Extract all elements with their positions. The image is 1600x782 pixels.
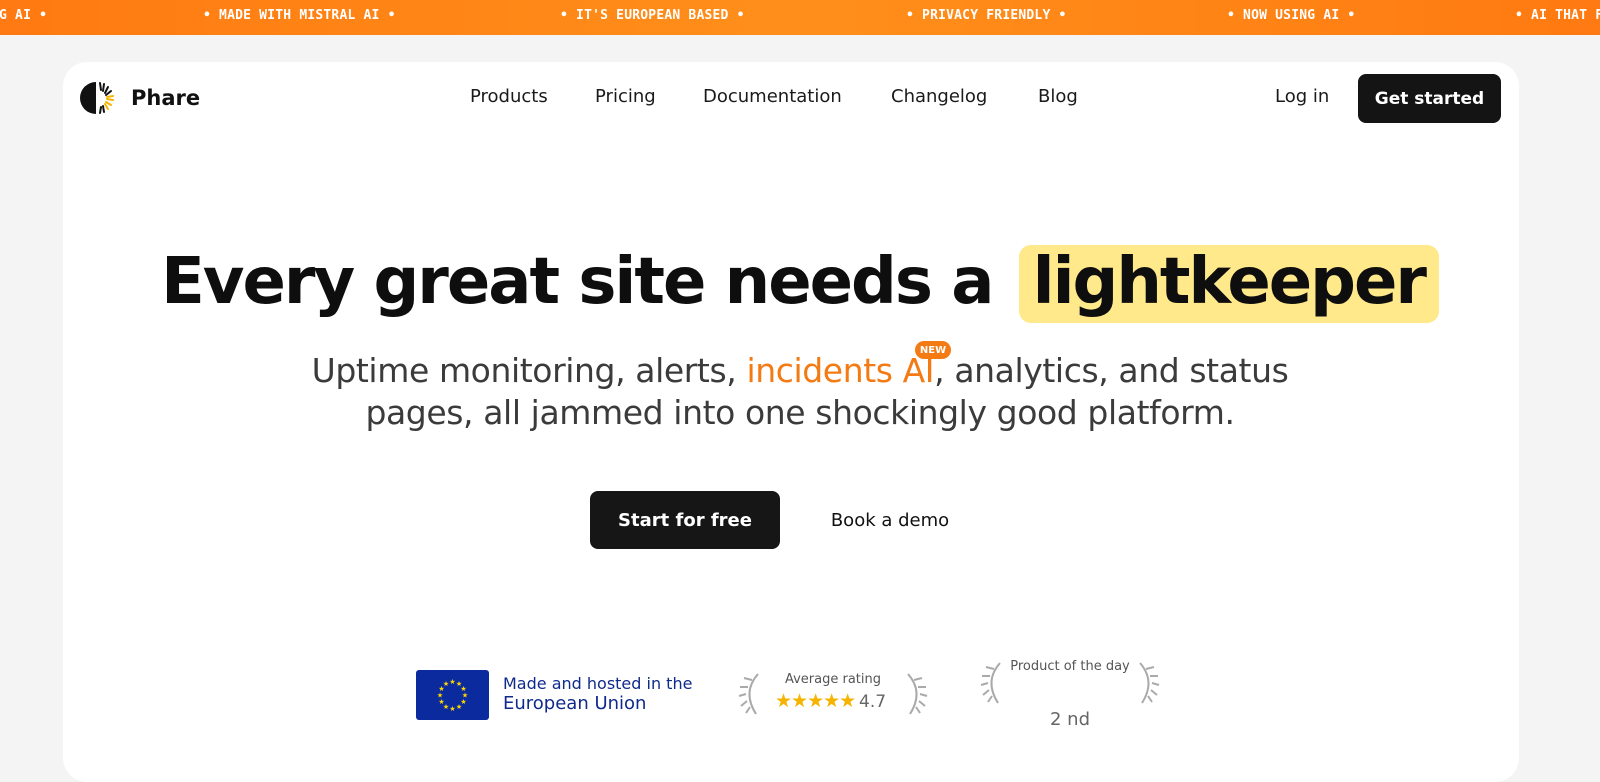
- start-for-free-button[interactable]: Start for free: [590, 491, 780, 549]
- get-started-button[interactable]: Get started: [1358, 74, 1501, 123]
- product-of-the-day-badge: Product of the day 2 nd: [980, 655, 1160, 735]
- ticker-item: • NOW USING AI •: [1227, 8, 1356, 23]
- nav-products[interactable]: Products: [470, 86, 548, 107]
- rating-stars-icon: ★★★★★: [775, 690, 856, 712]
- subtitle-line2: pages, all jammed into one shockingly go…: [365, 393, 1235, 432]
- average-rating-badge: Average rating ★★★★★ 4.7: [738, 668, 928, 718]
- new-badge: NEW: [915, 341, 951, 359]
- nav-pricing[interactable]: Pricing: [595, 86, 656, 107]
- ticker-item: • IT'S EUROPEAN BASED •: [560, 8, 745, 23]
- subtitle-part1: Uptime monitoring, alerts,: [311, 351, 747, 390]
- eu-hosting-label: Made and hosted in the European Union: [503, 674, 692, 714]
- eu-line2: European Union: [503, 693, 647, 714]
- svg-text:★: ★: [456, 703, 462, 711]
- ticker-item: • AI THAT F: [1515, 8, 1600, 23]
- potd-label: Product of the day: [1010, 659, 1130, 674]
- hero-title-prefix: Every great site needs a: [161, 245, 994, 319]
- ticker-item: • MADE WITH MISTRAL AI •: [203, 8, 396, 23]
- nav-changelog[interactable]: Changelog: [891, 86, 987, 107]
- svg-text:★: ★: [443, 680, 449, 688]
- hero-title: Every great site needs a lightkeeper: [0, 245, 1600, 323]
- nav-blog[interactable]: Blog: [1038, 86, 1078, 107]
- eu-stars-icon: ★ ★ ★ ★ ★ ★ ★ ★ ★ ★ ★ ★: [437, 678, 468, 713]
- potd-rank: 2 nd: [1049, 709, 1090, 730]
- login-link[interactable]: Log in: [1275, 86, 1329, 107]
- subtitle-part2: , analytics, and status: [934, 351, 1289, 390]
- ticker-item: • PRIVACY FRIENDLY •: [906, 8, 1067, 23]
- eu-flag-icon: ★ ★ ★ ★ ★ ★ ★ ★ ★ ★ ★ ★: [416, 670, 489, 720]
- svg-text:★: ★: [449, 705, 455, 713]
- rating-value: 4.7: [859, 692, 887, 712]
- ticker-item: G AI •: [0, 8, 48, 23]
- hero-title-highlight: lightkeeper: [1018, 245, 1439, 323]
- announcement-ticker: G AI • • MADE WITH MISTRAL AI • • IT'S E…: [0, 0, 1600, 35]
- nav-documentation[interactable]: Documentation: [703, 86, 842, 107]
- subtitle-accent: incidents AI: [746, 351, 935, 390]
- svg-text:★: ★: [449, 678, 455, 686]
- rating-label: Average rating: [784, 672, 882, 687]
- book-demo-button[interactable]: Book a demo: [815, 491, 965, 549]
- hero-subtitle: Uptime monitoring, alerts, incidents AI,…: [200, 350, 1400, 434]
- eu-line1: Made and hosted in the: [503, 674, 693, 693]
